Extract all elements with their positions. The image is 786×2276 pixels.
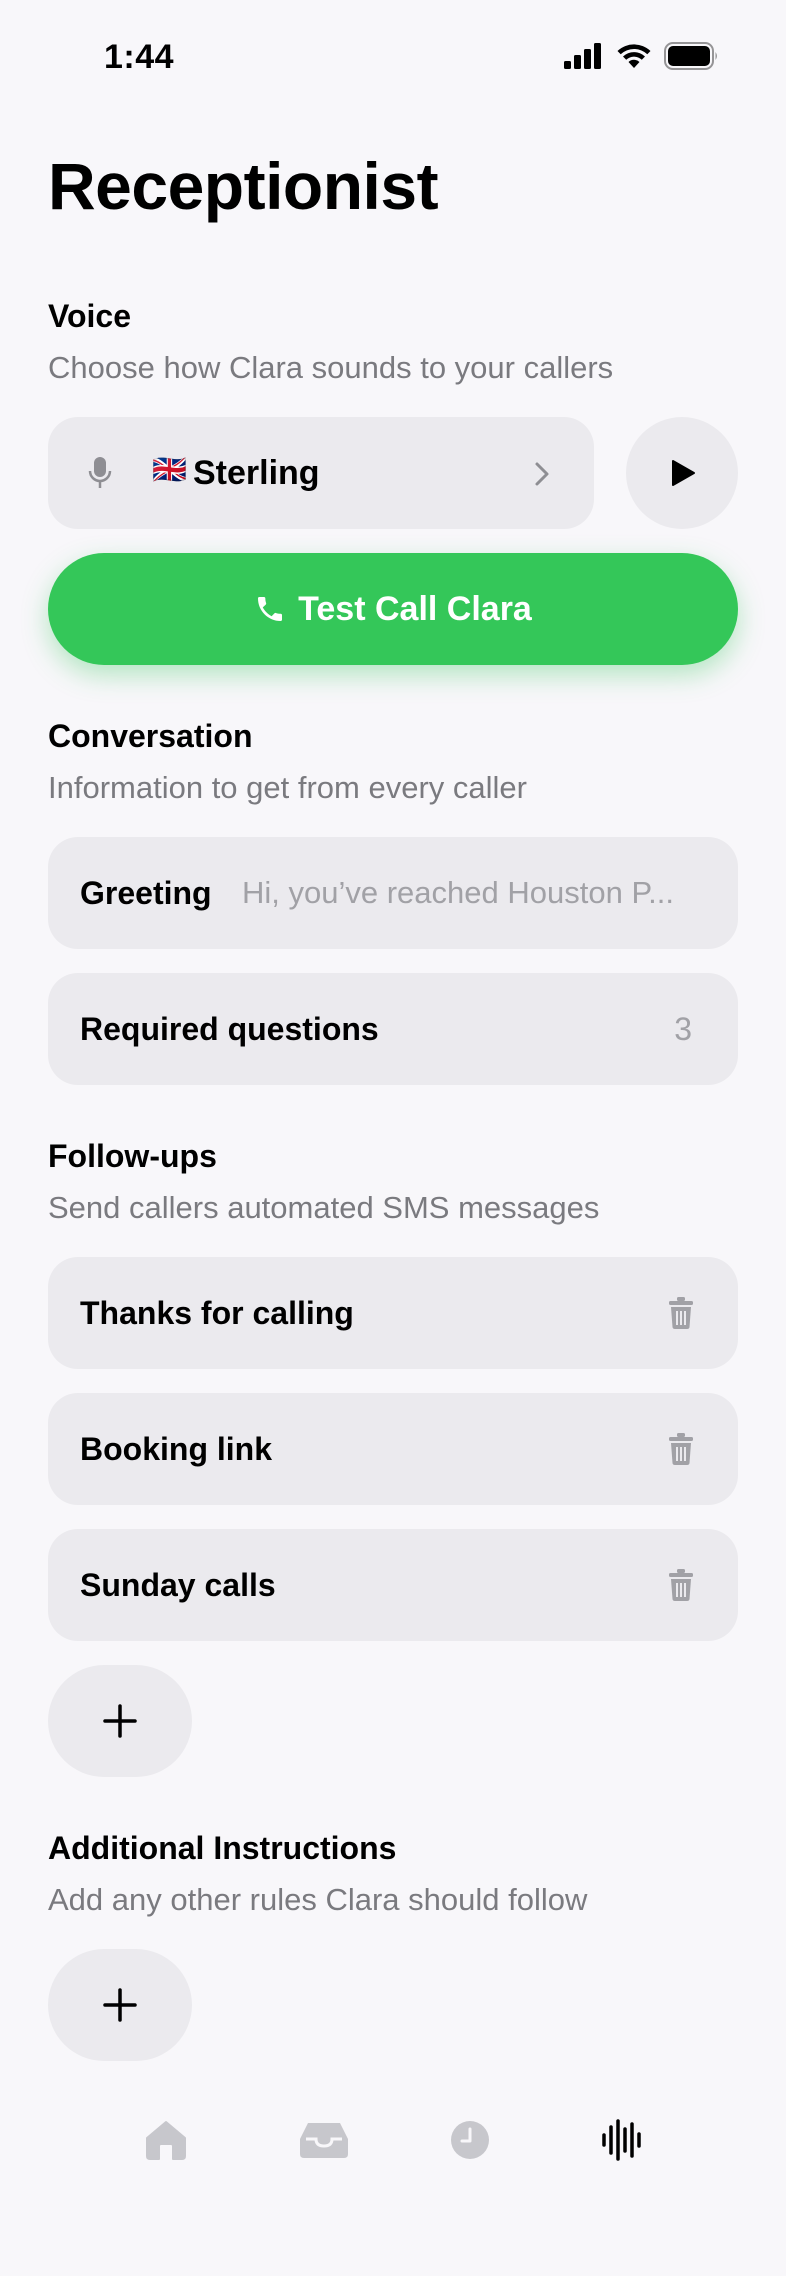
waveform-icon [602, 2119, 641, 2161]
test-call-label: Test Call Clara [298, 589, 532, 628]
voice-section-subtitle: Choose how Clara sounds to your callers [48, 350, 614, 385]
play-icon [672, 460, 695, 486]
greeting-label: Greeting [80, 875, 212, 911]
followups-section-subtitle: Send callers automated SMS messages [48, 1190, 600, 1225]
followups-section-title: Follow-ups [48, 1138, 217, 1174]
inbox-icon [300, 2123, 348, 2158]
phone-icon [258, 597, 283, 621]
plus-icon [103, 1704, 137, 1738]
wifi-icon [617, 44, 651, 68]
followup-label: Thanks for calling [80, 1295, 354, 1331]
greeting-row[interactable]: Greeting Hi, you’ve reached Houston P... [48, 837, 738, 949]
add-instruction-button[interactable] [48, 1949, 192, 2061]
required-questions-row[interactable]: Required questions 3 [48, 973, 738, 1085]
conversation-section-subtitle: Information to get from every caller [48, 770, 527, 805]
voice-section-title: Voice [48, 298, 131, 334]
required-questions-label: Required questions [80, 1011, 379, 1047]
greeting-value: Hi, you’ve reached Houston P... [242, 875, 674, 910]
voice-name: Sterling [193, 454, 320, 492]
tab-home[interactable] [136, 2110, 196, 2170]
tab-bar [0, 2110, 786, 2230]
play-voice-button[interactable] [626, 417, 738, 529]
trash-icon[interactable] [668, 1569, 694, 1601]
followup-item[interactable]: Sunday calls [48, 1529, 738, 1641]
tab-history[interactable] [440, 2110, 500, 2170]
trash-icon[interactable] [668, 1297, 694, 1329]
tab-receptionist[interactable] [592, 2110, 652, 2170]
status-time: 1:44 [104, 38, 175, 76]
microphone-icon [88, 457, 112, 488]
clock-icon [451, 2121, 489, 2159]
followup-label: Sunday calls [80, 1567, 276, 1603]
uk-flag-icon: 🇬🇧 [152, 453, 187, 486]
instructions-section-subtitle: Add any other rules Clara should follow [48, 1882, 588, 1917]
home-icon [146, 2121, 186, 2160]
battery-icon [664, 42, 717, 70]
status-icons [564, 42, 720, 70]
followup-item[interactable]: Thanks for calling [48, 1257, 738, 1369]
trash-icon[interactable] [668, 1433, 694, 1465]
voice-selector[interactable]: 🇬🇧 Sterling [48, 417, 594, 529]
chevron-right-icon [535, 462, 549, 486]
test-call-button[interactable]: Test Call Clara [48, 553, 738, 665]
instructions-section-title: Additional Instructions [48, 1830, 397, 1866]
required-questions-count: 3 [674, 1011, 692, 1047]
add-followup-button[interactable] [48, 1665, 192, 1777]
followup-label: Booking link [80, 1431, 272, 1467]
signal-icon [564, 43, 601, 69]
conversation-section-title: Conversation [48, 718, 253, 754]
tab-inbox[interactable] [288, 2110, 360, 2170]
page-title: Receptionist [48, 149, 439, 223]
plus-icon [103, 1988, 137, 2022]
followup-item[interactable]: Booking link [48, 1393, 738, 1505]
